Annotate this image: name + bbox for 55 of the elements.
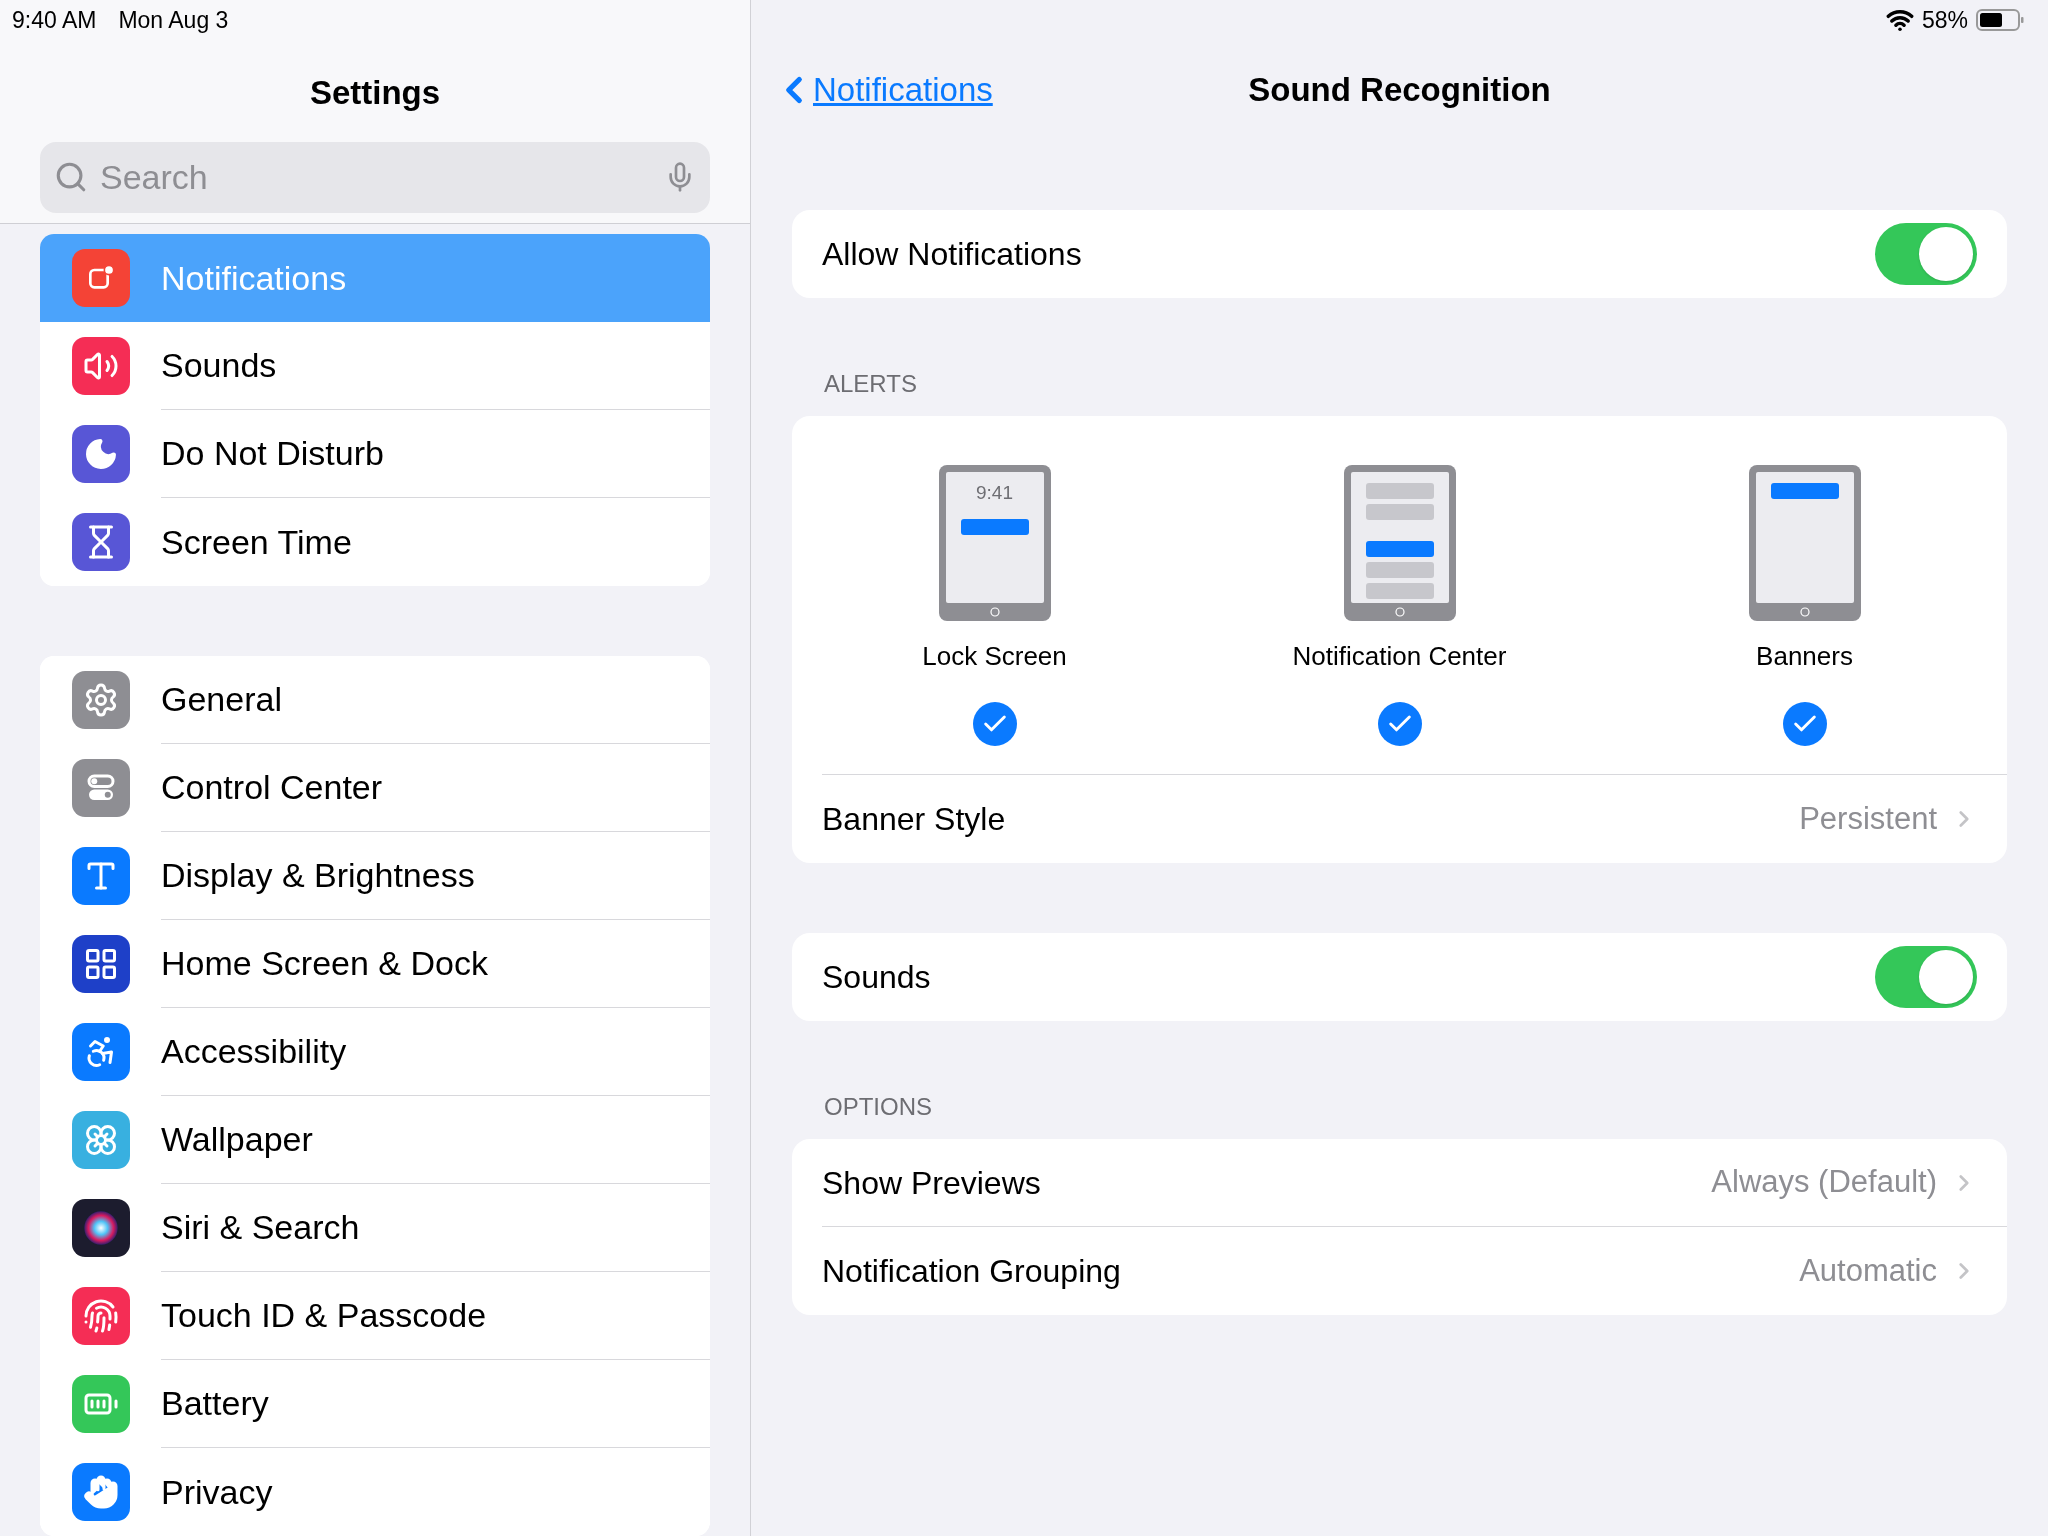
- section-header: OPTIONS: [823, 1092, 933, 1122]
- item-label: Accessibility: [161, 1031, 347, 1072]
- hourglass-icon: [72, 513, 130, 571]
- row-label: Allow Notifications: [822, 235, 1083, 274]
- item-label: Do Not Disturb: [161, 433, 384, 474]
- battery-icon: [1976, 9, 2024, 31]
- item-label: Siri & Search: [161, 1207, 360, 1248]
- clock-text: 9:41: [976, 483, 1013, 502]
- app-grid-icon: [72, 935, 130, 993]
- item-label: Control Center: [161, 767, 383, 808]
- search-input[interactable]: Search: [100, 151, 652, 203]
- item-label: Notifications: [161, 257, 347, 299]
- search-icon: [54, 160, 88, 194]
- accessibility-icon: [72, 1023, 130, 1081]
- row-label: Notification Grouping: [822, 1252, 1122, 1291]
- checkmark-icon[interactable]: [1377, 702, 1422, 746]
- item-label: Battery: [161, 1383, 269, 1424]
- row-label: Banner Style: [822, 800, 1007, 839]
- speaker-icon: [72, 337, 130, 395]
- alert-style-label: Banners: [1756, 640, 1853, 673]
- sidebar-title: Settings: [309, 73, 441, 113]
- item-label: Sounds: [161, 345, 277, 386]
- gear-icon: [72, 671, 130, 729]
- item-label: Touch ID & Passcode: [161, 1295, 487, 1336]
- notification-icon: [72, 249, 130, 307]
- row-label: Show Previews: [822, 1163, 1042, 1203]
- alert-style-label: Notification Center: [1292, 640, 1507, 673]
- hand-icon: [72, 1463, 130, 1521]
- orb-icon: [72, 1199, 130, 1257]
- flower-icon: [72, 1111, 130, 1169]
- status-time: 9:40 AM: [12, 5, 97, 35]
- fingerprint-icon: [72, 1287, 130, 1345]
- row-value: Persistent: [1799, 799, 1937, 838]
- row-label: Sounds: [822, 958, 932, 997]
- page-title: Sound Recognition: [1248, 70, 1551, 111]
- battery-percent: 58%: [1921, 5, 1968, 35]
- moon-icon: [72, 425, 130, 483]
- item-label: Home Screen & Dock: [161, 943, 488, 984]
- status-date: Mon Aug 3: [118, 5, 229, 35]
- battery-icon: [72, 1375, 130, 1433]
- item-label: Screen Time: [161, 521, 352, 563]
- checkmark-icon[interactable]: [972, 702, 1017, 746]
- section-header: ALERTS: [823, 369, 918, 399]
- item-label: Wallpaper: [161, 1119, 313, 1160]
- item-label: General: [161, 679, 282, 720]
- item-label: Display & Brightness: [161, 855, 475, 896]
- item-label: Privacy: [161, 1471, 273, 1513]
- text-size-icon: [72, 847, 130, 905]
- search-bar[interactable]: Search: [40, 141, 710, 213]
- row-value: Always (Default): [1711, 1163, 1937, 1202]
- checkmark-icon[interactable]: [1782, 702, 1827, 746]
- alert-style-label: Lock Screen: [922, 640, 1067, 673]
- back-link[interactable]: Notifications: [773, 65, 993, 115]
- row-value: Automatic: [1799, 1251, 1937, 1290]
- toggles-icon: [72, 759, 130, 817]
